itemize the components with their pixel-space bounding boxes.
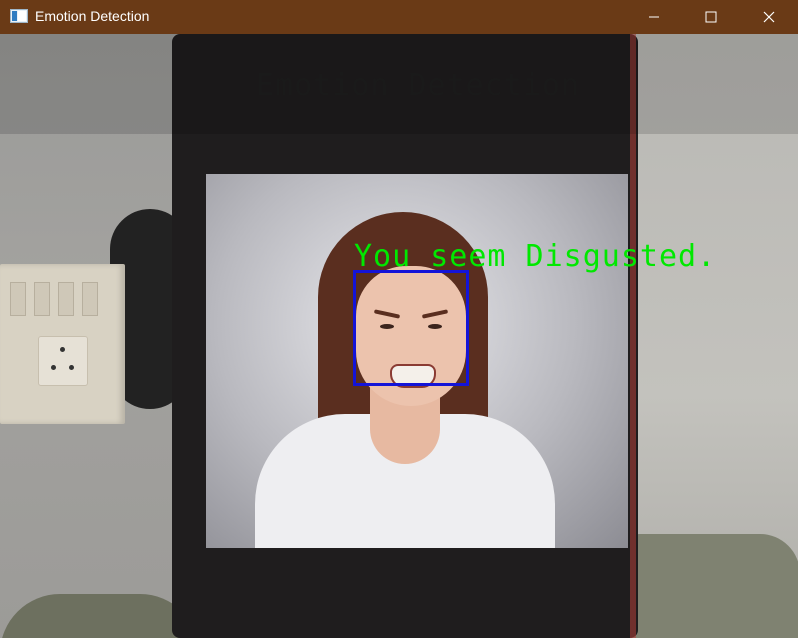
close-icon: [763, 11, 775, 23]
wall-switch: [58, 282, 74, 316]
emotion-label: You seem Disgusted.: [354, 239, 717, 274]
face-bounding-box: [353, 270, 469, 386]
wall-switchboard: [0, 264, 125, 424]
app-window: Emotion Detection Emotion Detection You …: [0, 0, 798, 638]
minimize-icon: [649, 16, 659, 18]
maximize-icon: [705, 11, 717, 23]
minimize-button[interactable]: [631, 0, 677, 34]
wall-switch: [34, 282, 50, 316]
wall-socket: [38, 336, 88, 386]
wall-switch: [82, 282, 98, 316]
wall-switch: [10, 282, 26, 316]
camera-feed: Emotion Detection You seem Disgusted.: [0, 34, 798, 638]
overlay-heading: Emotion Detection: [256, 68, 581, 103]
app-icon: [10, 9, 28, 23]
close-button[interactable]: [746, 0, 792, 34]
title-bar[interactable]: Emotion Detection: [0, 0, 798, 34]
maximize-button[interactable]: [688, 0, 734, 34]
person-shirt: [0, 594, 200, 638]
window-title: Emotion Detection: [35, 8, 150, 24]
